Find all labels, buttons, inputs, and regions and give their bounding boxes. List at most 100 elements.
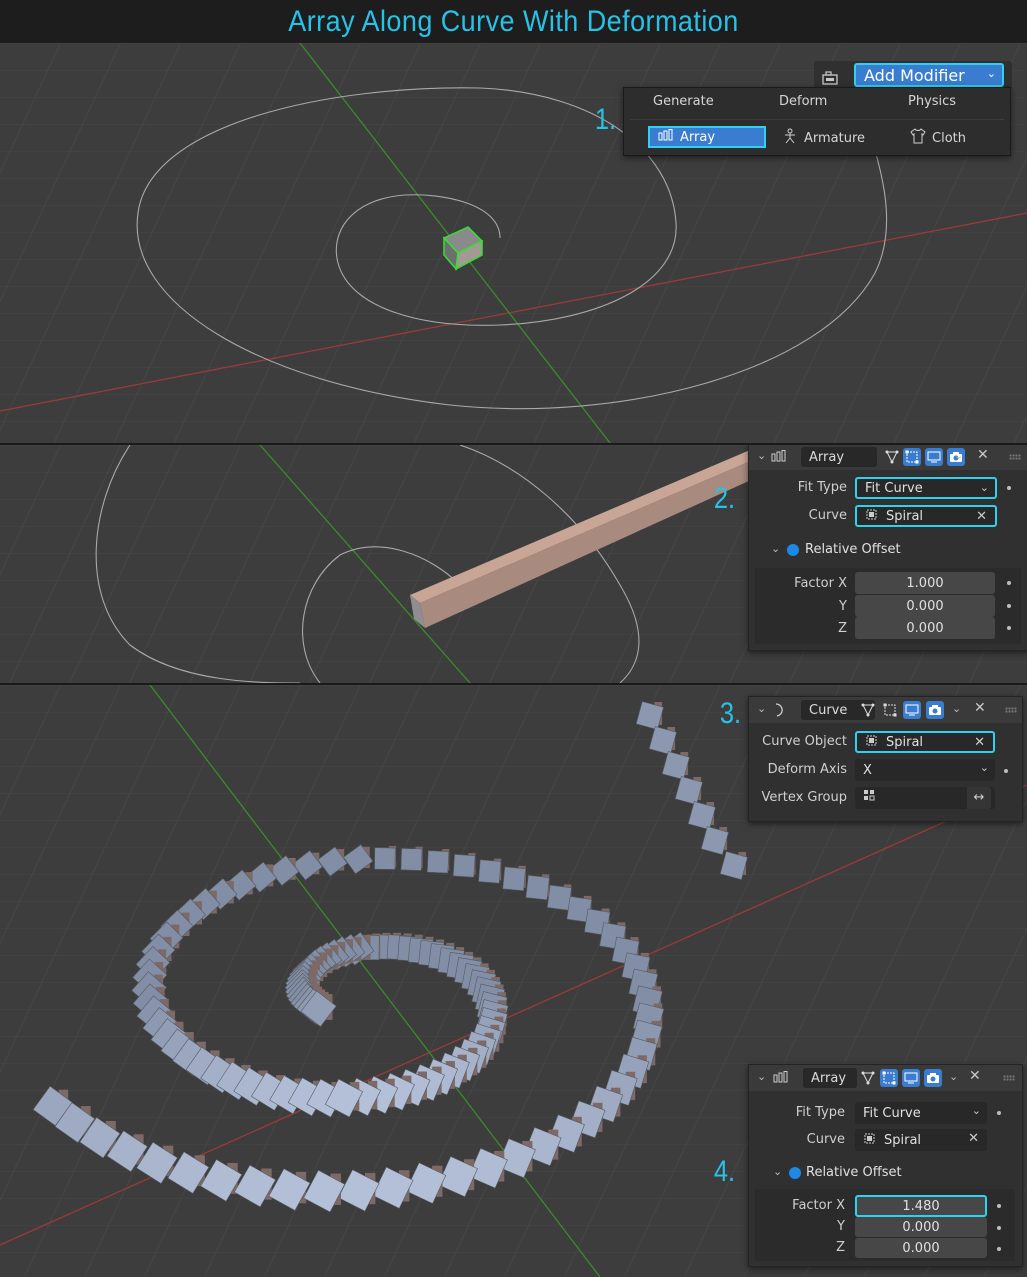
array-icon — [771, 450, 787, 466]
keyframe-dot[interactable] — [997, 1247, 1001, 1251]
curve-object-field[interactable]: Spiral ✕ — [855, 731, 995, 753]
relative-offset-label: Relative Offset — [806, 1165, 902, 1180]
menu-item-array[interactable]: Array — [648, 126, 766, 148]
on-cage-toggle[interactable] — [859, 701, 877, 719]
viewport-2[interactable]: 2. ⌄ Array ⌄ ✕ Fit Type Fit Curve ⌄ Curv… — [0, 445, 1027, 683]
drag-handle-icon[interactable] — [1009, 454, 1021, 460]
curve-object-label: Curve Object — [762, 734, 847, 749]
dropdown-chevron-icon[interactable]: ⌄ — [952, 702, 961, 715]
menu-divider — [630, 119, 1004, 120]
viewport-display-toggle[interactable] — [902, 1069, 920, 1087]
invert-arrows-icon[interactable]: ↔ — [967, 787, 991, 809]
y-label: Y — [839, 599, 847, 614]
cage-icon — [883, 703, 897, 717]
viewport-display-toggle[interactable] — [903, 701, 921, 719]
factor-x-field[interactable]: 1.480 — [855, 1195, 987, 1217]
keyframe-dot[interactable] — [1007, 581, 1011, 585]
keyframe-dot[interactable] — [997, 1111, 1001, 1115]
cage-toggle[interactable] — [881, 701, 899, 719]
keyframe-dot[interactable] — [1007, 604, 1011, 608]
array-block — [400, 846, 423, 871]
relative-offset-checkbox[interactable] — [787, 544, 799, 556]
menu-item-armature[interactable]: Armature — [782, 128, 865, 148]
keyframe-dot[interactable] — [1007, 486, 1011, 490]
monitor-icon — [927, 451, 941, 463]
fit-type-dropdown[interactable]: Fit Curve ⌄ — [855, 477, 997, 499]
edit-mode-toggle[interactable] — [883, 448, 901, 466]
vertex-icon — [861, 703, 875, 717]
menu-category-physics[interactable]: Physics — [908, 94, 956, 109]
deform-axis-value: X — [863, 762, 872, 778]
keyframe-dot[interactable] — [1007, 626, 1011, 630]
curve-value: Spiral — [884, 1132, 922, 1148]
dropdown-chevron-icon[interactable]: ⌄ — [949, 1070, 958, 1083]
z-field[interactable]: 0.000 — [855, 617, 995, 639]
collapse-chevron-icon[interactable]: ⌄ — [757, 702, 766, 715]
render-toggle[interactable] — [926, 701, 944, 719]
y-field[interactable]: 0.000 — [855, 595, 995, 617]
fit-type-dropdown[interactable]: Fit Curve ⌄ — [855, 1102, 987, 1124]
add-modifier-menu: Generate Deform Physics Array Armature C… — [623, 87, 1011, 156]
deform-axis-dropdown[interactable]: X ⌄ — [855, 759, 995, 781]
relative-offset-checkbox[interactable] — [789, 1167, 801, 1179]
fit-type-label: Fit Type — [795, 1105, 845, 1120]
monitor-icon — [905, 704, 919, 716]
cage-toggle[interactable] — [903, 448, 921, 466]
clear-icon[interactable]: ✕ — [968, 1131, 979, 1146]
step-1-label: 1. — [594, 103, 617, 136]
fit-type-value: Fit Curve — [865, 480, 923, 496]
factor-x-field[interactable]: 1.000 — [855, 572, 995, 594]
curve-object-icon — [863, 1132, 876, 1149]
armature-icon — [782, 128, 798, 148]
step-4-label: 4. — [713, 1155, 736, 1188]
menu-category-deform[interactable]: Deform — [779, 94, 827, 109]
vertex-group-field[interactable]: ↔ — [855, 787, 995, 809]
camera-icon — [929, 705, 941, 715]
factor-x-label: Factor X — [794, 576, 847, 591]
keyframe-dot[interactable] — [1004, 769, 1008, 773]
viewport-3[interactable]: 3. 4. ⌄ Curve ⌄ ✕ Curve Object Spiral ✕ … — [0, 685, 1027, 1277]
keyframe-dot[interactable] — [997, 1204, 1001, 1208]
render-toggle[interactable] — [924, 1069, 942, 1087]
array-block — [546, 884, 572, 911]
deform-axis-label: Deform Axis — [767, 762, 847, 777]
drag-handle-icon[interactable] — [1003, 1075, 1015, 1081]
curve-object-icon — [865, 508, 878, 525]
camera-icon — [927, 1073, 939, 1083]
vertex-icon — [861, 1071, 875, 1085]
curve-value: Spiral — [886, 508, 924, 524]
viewport-1[interactable]: 1. Add Modifier ⌄ Generate Deform Physic… — [0, 43, 1027, 443]
clear-icon[interactable]: ✕ — [974, 735, 985, 750]
modifier-name-field[interactable]: Array — [801, 447, 877, 467]
wrench-icon[interactable] — [822, 70, 838, 85]
collapse-chevron-icon[interactable]: ⌄ — [757, 1070, 766, 1083]
vertex-group-label: Vertex Group — [761, 790, 848, 805]
edit-mode-toggle[interactable] — [859, 1069, 877, 1087]
y-field[interactable]: 0.000 — [855, 1217, 987, 1237]
keyframe-dot[interactable] — [997, 1226, 1001, 1230]
subpanel-chevron-icon[interactable]: ⌄ — [771, 542, 780, 555]
add-modifier-button[interactable]: Add Modifier ⌄ — [854, 63, 1004, 87]
viewport-display-toggle[interactable] — [925, 448, 943, 466]
array-block — [426, 849, 450, 874]
close-icon[interactable]: ✕ — [974, 700, 986, 716]
step-3-label: 3. — [719, 697, 742, 730]
menu-item-armature-label: Armature — [804, 130, 866, 146]
curve-label: Curve — [808, 508, 847, 523]
close-icon[interactable]: ✕ — [977, 447, 989, 463]
modifier-name-field[interactable]: Array — [803, 1068, 857, 1088]
curve-field[interactable]: Spiral ✕ — [855, 505, 997, 527]
relative-offset-label: Relative Offset — [805, 542, 901, 557]
dropdown-chevron-icon[interactable]: ⌄ — [954, 449, 963, 462]
curve-field[interactable]: Spiral ✕ — [855, 1129, 987, 1151]
drag-handle-icon[interactable] — [1005, 707, 1017, 713]
menu-item-cloth[interactable]: Cloth — [910, 128, 966, 148]
close-icon[interactable]: ✕ — [969, 1068, 981, 1084]
cage-toggle[interactable] — [880, 1069, 898, 1087]
z-field[interactable]: 0.000 — [855, 1238, 987, 1258]
array-block — [502, 865, 526, 892]
subpanel-chevron-icon[interactable]: ⌄ — [773, 1165, 782, 1178]
collapse-chevron-icon[interactable]: ⌄ — [757, 449, 766, 462]
menu-category-generate[interactable]: Generate — [653, 94, 714, 109]
clear-icon[interactable]: ✕ — [976, 509, 987, 524]
